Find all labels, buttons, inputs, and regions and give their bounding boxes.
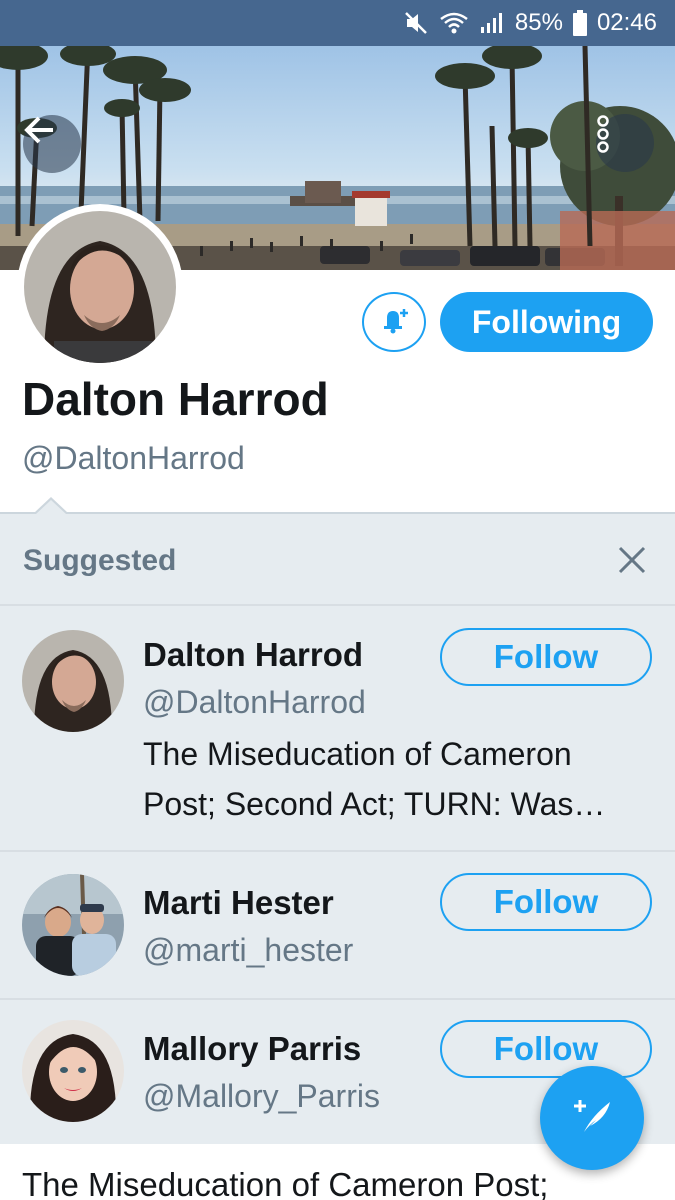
suggested-user-item[interactable]: Marti Hester @marti_hester Follow (0, 852, 675, 998)
avatar-image (24, 211, 176, 363)
profile-handle: @DaltonHarrod (22, 440, 245, 476)
suggested-title: Suggested (23, 544, 177, 577)
suggested-user-handle: @Mallory_Parris (143, 1078, 380, 1114)
compose-tweet-button[interactable] (540, 1066, 644, 1170)
suggested-caret-inner (36, 500, 66, 514)
avatar[interactable] (22, 874, 124, 976)
wifi-icon (439, 11, 469, 35)
bell-plus-icon (379, 305, 409, 340)
profile-screen: 85% 02:46 Following Dalton Harrod @Dalto… (0, 0, 675, 1200)
more-options-button[interactable] (596, 114, 654, 172)
suggested-user-name: Dalton Harrod (143, 636, 364, 673)
signal-icon (479, 11, 505, 35)
suggested-user-item[interactable]: Dalton Harrod @DaltonHarrod The Miseduca… (0, 606, 675, 850)
bio-line: The Miseducation of Cameron (143, 736, 572, 772)
battery-percent: 85% (514, 9, 563, 36)
compose-tweet-icon (570, 1094, 614, 1143)
suggested-user-name: Mallory Parris (143, 1030, 362, 1067)
profile-avatar[interactable] (17, 204, 183, 370)
follow-button[interactable]: Follow (440, 873, 652, 931)
mute-icon (403, 10, 429, 36)
back-button[interactable] (23, 115, 81, 173)
profile-name: Dalton Harrod (22, 373, 329, 425)
battery-icon (572, 10, 587, 36)
suggested-user-handle: @marti_hester (143, 932, 354, 968)
suggested-panel: Suggested Dalton Harrod @DaltonHarrod Th… (0, 500, 675, 1144)
suggested-user-name: Marti Hester (143, 884, 334, 921)
following-button[interactable]: Following (440, 292, 653, 352)
status-bar: 85% 02:46 (0, 0, 675, 46)
profile-bio-text: The Miseducation of Cameron Post; (22, 1166, 549, 1200)
follow-button[interactable]: Follow (440, 628, 652, 686)
notifications-button[interactable] (362, 292, 426, 352)
clock: 02:46 (596, 9, 657, 36)
suggested-user-handle: @DaltonHarrod (143, 684, 366, 720)
close-suggested-button[interactable] (616, 544, 648, 576)
bio-line: Post; Second Act; TURN: Was… (143, 786, 606, 822)
close-icon (616, 546, 648, 580)
suggested-user-bio: The Miseducation of Cameron Post; Second… (143, 729, 643, 829)
follow-button[interactable]: Follow (440, 1020, 652, 1078)
avatar[interactable] (22, 1020, 124, 1122)
avatar[interactable] (22, 630, 124, 732)
